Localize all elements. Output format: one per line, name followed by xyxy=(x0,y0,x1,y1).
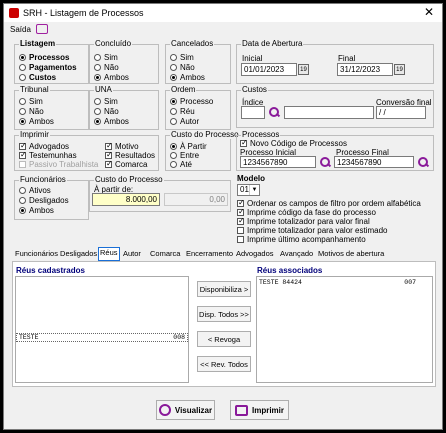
cancelados-option-nao[interactable]: Não xyxy=(170,63,195,72)
flag-total-final-checkbox[interactable]: Imprime totalizador para valor final xyxy=(237,216,370,226)
imprimir-passivo-checkbox: Passivo Trabalhista xyxy=(19,160,98,169)
concluido-option-sim[interactable]: Sim xyxy=(94,53,118,62)
custos-title: Custos xyxy=(241,85,268,94)
una-title: UNA xyxy=(94,85,113,94)
flag-ordenar-checkbox[interactable]: Ordenar os campos de filtro por ordem al… xyxy=(237,198,421,208)
ordem-option-autor[interactable]: Autor xyxy=(170,117,199,126)
custo-valor-title: Custo do Processo xyxy=(94,175,164,184)
modelo-select[interactable]: 01 ▼ xyxy=(237,184,260,196)
una-option-ambos[interactable]: Ambos xyxy=(94,117,129,126)
listagem-option-processos[interactable]: Processos xyxy=(19,53,69,62)
flag-codigo-fase-checkbox[interactable]: Imprime código da fase do processo xyxy=(237,207,376,217)
data-inicial-label: Inicial xyxy=(242,54,263,63)
reus-associados-list[interactable]: TESTE 84424 007 xyxy=(256,276,433,383)
listagem-option-custos[interactable]: Custos xyxy=(19,73,56,82)
custo-option-ate[interactable]: Até xyxy=(170,160,192,169)
magnifier-icon xyxy=(158,404,171,416)
app-icon xyxy=(9,8,19,18)
cancelados-option-ambos[interactable]: Ambos xyxy=(170,73,205,82)
tribunal-option-ambos[interactable]: Ambos xyxy=(19,117,54,126)
tab-comarca[interactable]: Comarca xyxy=(149,249,181,261)
custo-option-a-partir[interactable]: À Partir xyxy=(170,142,207,151)
cancelados-title: Cancelados xyxy=(170,39,215,48)
novo-codigo-checkbox[interactable]: Novo Código de Processos xyxy=(240,138,347,148)
calendar-icon[interactable]: 19 xyxy=(394,64,405,75)
revoga-button[interactable]: < Revoga xyxy=(197,331,251,347)
listagem-option-pagamentos[interactable]: Pagamentos xyxy=(19,63,77,72)
modelo-label: Modelo xyxy=(237,174,265,183)
funcionarios-title: Funcionários xyxy=(19,175,67,184)
listagem-title: Listagem xyxy=(19,39,57,48)
custo-processo-title: Custo do Processo xyxy=(170,130,240,139)
una-option-sim[interactable]: Sim xyxy=(94,97,118,106)
radio-icon xyxy=(19,64,26,71)
flag-total-estimado-checkbox[interactable]: Imprime totalizador para valor estimado xyxy=(237,226,388,235)
ordem-option-reu[interactable]: Réu xyxy=(170,107,195,116)
funcionarios-option-ativos[interactable]: Ativos xyxy=(19,186,51,195)
main-window: SRH - Listagem de Processos ✕ Saída List… xyxy=(3,3,443,430)
tab-motivos-abertura[interactable]: Motivos de abertura xyxy=(317,249,385,261)
indice-description-input[interactable] xyxy=(284,106,374,119)
tab-reus[interactable]: Réus xyxy=(98,247,120,261)
data-final-input[interactable]: 31/12/2023 xyxy=(337,63,393,76)
menu-saida[interactable]: Saída xyxy=(10,25,31,34)
search-icon[interactable] xyxy=(269,107,279,117)
search-icon[interactable] xyxy=(418,157,428,167)
funcionarios-option-desligados[interactable]: Desligados xyxy=(19,196,69,205)
data-final-label: Final xyxy=(338,54,356,63)
flag-ultimo-acomp-checkbox[interactable]: Imprime último acompanhamento xyxy=(237,235,366,244)
custo-valor-input[interactable]: 8.000,00 xyxy=(92,193,160,206)
imprimir-comarca-checkbox[interactable]: Comarca xyxy=(105,159,147,169)
concluido-title: Concluído xyxy=(94,39,133,48)
rev-todos-button[interactable]: << Rev. Todos xyxy=(197,356,251,372)
disp-todos-button[interactable]: Disp. Todos >> xyxy=(197,306,251,322)
data-inicial-input[interactable]: 01/01/2023 xyxy=(241,63,297,76)
custo-option-entre[interactable]: Entre xyxy=(170,151,199,160)
imprimir-title: Imprimir xyxy=(19,130,50,139)
tribunal-option-sim[interactable]: Sim xyxy=(19,97,43,106)
reus-cadastrados-list[interactable]: TESTE 008 xyxy=(15,276,189,383)
title-bar: SRH - Listagem de Processos ✕ xyxy=(4,4,442,22)
menu-bar: Saída xyxy=(4,23,442,37)
visualizar-button[interactable]: Visualizar xyxy=(156,400,215,420)
close-icon[interactable]: ✕ xyxy=(424,5,434,19)
list-item[interactable]: TESTE 008 xyxy=(16,333,188,342)
tab-funcionarios-desligados[interactable]: Funcionários Desligados xyxy=(14,249,98,261)
reus-panel: Réus cadastrados TESTE 008 Disponibiliza … xyxy=(12,262,436,387)
list-item[interactable]: TESTE 84424 007 xyxy=(257,279,432,288)
imprimir-button[interactable]: Imprimir xyxy=(230,400,289,420)
radio-icon xyxy=(19,74,26,81)
disponibiliza-button[interactable]: Disponibiliza > xyxy=(197,281,251,297)
window-title: SRH - Listagem de Processos xyxy=(23,8,144,18)
processo-inicial-input[interactable]: 1234567890 xyxy=(240,156,316,168)
funcionarios-option-ambos[interactable]: Ambos xyxy=(19,206,54,215)
reus-cadastrados-title: Réus cadastrados xyxy=(16,266,85,275)
reus-associados-title: Réus associados xyxy=(257,266,323,275)
cancelados-option-sim[interactable]: Sim xyxy=(170,53,194,62)
tab-autor[interactable]: Autor xyxy=(122,249,142,261)
concluido-option-nao[interactable]: Não xyxy=(94,63,119,72)
exit-icon[interactable] xyxy=(36,24,48,34)
calendar-icon[interactable]: 19 xyxy=(298,64,309,75)
ordem-title: Ordem xyxy=(170,85,197,94)
tribunal-option-nao[interactable]: Não xyxy=(19,107,44,116)
tab-avancado[interactable]: Avançado xyxy=(279,249,314,261)
conversao-final-input[interactable]: / / xyxy=(376,106,426,119)
concluido-option-ambos[interactable]: Ambos xyxy=(94,73,129,82)
tribunal-title: Tribunal xyxy=(19,85,50,94)
una-option-nao[interactable]: Não xyxy=(94,107,119,116)
indice-input[interactable] xyxy=(241,106,265,119)
imprimir-testemunhas-checkbox[interactable]: Testemunhas xyxy=(19,150,77,160)
data-abertura-title: Data de Abertura xyxy=(241,39,304,48)
search-icon[interactable] xyxy=(320,157,330,167)
printer-icon xyxy=(234,404,248,416)
chevron-down-icon: ▼ xyxy=(249,185,259,195)
tab-advogados[interactable]: Advogados xyxy=(235,249,275,261)
ordem-option-processo[interactable]: Processo xyxy=(170,97,213,106)
custo-valor-ate-input: 0,00 xyxy=(164,193,228,206)
tab-encerramento[interactable]: Encerramento xyxy=(185,249,234,261)
processo-final-input[interactable]: 1234567890 xyxy=(334,156,414,168)
tab-bar: Funcionários Desligados Réus Autor Comar… xyxy=(12,247,436,262)
radio-icon xyxy=(19,54,26,61)
